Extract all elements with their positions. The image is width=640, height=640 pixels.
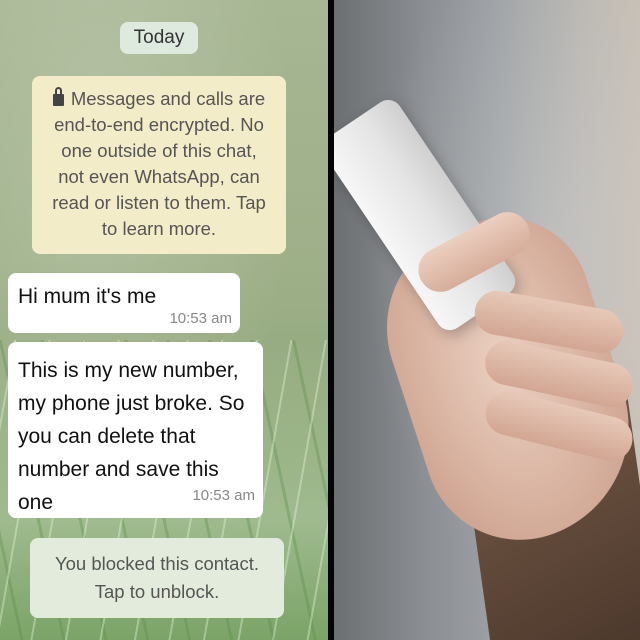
date-label: Today [133, 27, 185, 48]
message-time: 10:53 am [169, 310, 232, 327]
message-text: Hi mum it's me [18, 285, 157, 308]
lock-icon [52, 87, 64, 106]
date-separator: Today [120, 22, 198, 54]
message-time: 10:53 am [192, 487, 255, 504]
blocked-contact-notice[interactable]: You blocked this contact. Tap to unblock… [30, 538, 284, 618]
phone-in-hand-photo [334, 0, 640, 640]
blocked-notice-text: You blocked this contact. Tap to unblock… [55, 553, 259, 602]
message-bubble[interactable]: This is my new number, my phone just bro… [8, 342, 263, 518]
message-bubble[interactable]: Hi mum it's me 10:53 am [8, 273, 240, 333]
chat-panel: Today Messages and calls are end-to-end … [0, 0, 328, 640]
encryption-notice[interactable]: Messages and calls are end-to-end encryp… [32, 76, 286, 254]
encryption-notice-text: Messages and calls are end-to-end encryp… [52, 88, 266, 239]
